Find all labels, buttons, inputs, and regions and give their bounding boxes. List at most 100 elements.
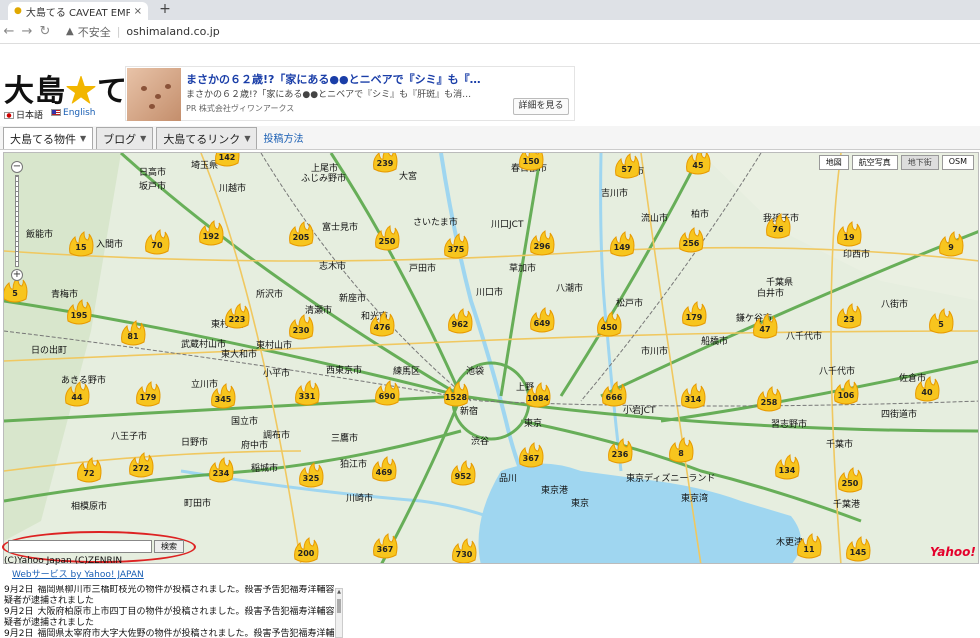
tab-label: 大島てる物件 [10,132,76,146]
map-place-label: 府中市 [241,439,268,451]
close-tab-icon[interactable]: × [134,6,142,17]
map-place-label: 東京 [571,497,589,509]
pin-count: 256 [683,239,700,248]
news-date: 9月2日 [4,607,34,617]
web-service-link[interactable]: Webサービス by Yahoo! JAPAN [12,567,144,580]
warning-icon: ▲ [66,26,74,37]
ad-banner[interactable]: まさかの６２歳!?「家にある●●とニベアで『シミ』も『… まさかの６２歳!?「家… [125,66,575,121]
news-scrollbar[interactable]: ▲ [335,588,343,638]
property-flame-pin[interactable]: 150 [519,153,544,171]
map-canvas[interactable]: 埼玉県日高市川越市坂戸市上尾市大宮春日部市野田市吉川市柏市我孫子市ふじみ野市富士… [3,152,979,564]
zoom-slider[interactable] [15,175,19,267]
address-search-input[interactable] [8,540,152,553]
pin-count: 331 [299,392,316,401]
pin-count: 250 [842,479,859,488]
map-graphics: 埼玉県日高市川越市坂戸市上尾市大宮春日部市野田市吉川市柏市我孫子市ふじみ野市富士… [4,153,978,563]
ad-pr-label: PR 株式会社ヴィワンアークス [186,104,295,113]
pin-count: 730 [456,550,473,559]
map-place-label: 佐倉市 [899,372,926,384]
news-item[interactable]: 9月2日福岡県太宰府市大字大佐野の物件が投稿されました。殺害予告犯福寿洋輔容疑者… [4,629,336,638]
pin-count: 5 [938,320,944,329]
map-place-label: 印西市 [843,248,870,260]
tab-properties[interactable]: 大島てる物件 ▼ [3,127,94,149]
pin-count: 649 [534,319,551,328]
map-place-label: 国立市 [231,415,258,427]
pin-count: 47 [759,325,770,334]
news-item[interactable]: 9月2日 大阪府柏原市上市四丁目の物件が投稿されました。殺害予告犯福寿洋輔容疑者が… [4,607,336,629]
map-place-label: 練馬区 [393,365,420,377]
pin-count: 195 [71,311,88,320]
map-type-osm[interactable]: OSM [941,155,974,170]
map-place-label: 日の出町 [31,344,67,356]
pin-count: 23 [843,315,854,324]
pin-count: 72 [83,469,94,478]
scroll-up-icon[interactable]: ▲ [336,589,342,595]
map-place-label: 西東京市 [326,364,362,376]
pin-count: 230 [293,326,310,335]
pin-count: 223 [229,315,246,324]
map-place-label: 吉川市 [601,187,628,199]
pin-count: 450 [601,323,618,332]
pin-count: 179 [140,393,157,402]
tab-blog[interactable]: ブログ ▼ [96,127,154,149]
map-place-label: 青梅市 [51,288,78,300]
pin-count: 375 [448,245,465,254]
scroll-thumb[interactable] [337,599,341,613]
pin-count: 15 [75,243,87,252]
tab-title: 大島てる CAVEAT EMPTOR: 大島 [25,7,130,19]
ad-image[interactable] [127,68,181,121]
pin-count: 250 [379,237,396,246]
pin-count: 205 [293,233,310,242]
tab-links[interactable]: 大島てるリンク ▼ [156,127,258,149]
map-place-label: 日高市 [139,166,166,178]
lang-en-link[interactable]: English [51,108,96,121]
reload-icon[interactable]: ↻ [36,24,54,39]
site-favicon-icon: ● [14,6,22,16]
map-place-label: 志木市 [319,260,346,272]
property-flame-pin[interactable]: 239 [373,153,398,173]
map-place-label: 立川市 [191,378,218,390]
search-button[interactable]: 検索 [154,540,184,553]
ad-details-button[interactable]: 詳細を見る [513,98,569,115]
map-place-label: 東京 [524,417,542,429]
map-place-label: 埼玉県 [191,159,218,171]
zoom-out-button[interactable]: − [11,161,23,173]
pin-count: 367 [523,454,540,463]
pin-count: 149 [614,243,631,252]
map-place-label: 日野市 [181,436,208,448]
zoom-in-button[interactable]: + [11,269,23,281]
security-label: 不安全 [77,25,111,39]
property-flame-pin[interactable]: 142 [215,153,240,167]
map-place-label: 東京ディズニーランド [626,472,715,484]
new-tab-button[interactable]: + [156,2,174,18]
news-date: 9月2日 [4,629,34,638]
japan-flag-icon [4,112,14,119]
browser-tab[interactable]: ● 大島てる CAVEAT EMPTOR: 大島 × [8,2,148,20]
map-place-label: 東京湾 [681,492,708,504]
forward-arrow-icon[interactable]: → [18,24,36,39]
map-type-map[interactable]: 地図 [818,155,849,170]
logo-star-icon: ★ [66,74,97,109]
map-place-label: 千葉県 [766,276,793,288]
map-place-label: 武蔵村山市 [181,338,226,350]
post-method-link[interactable]: 投稿方法 [263,130,303,145]
pin-count: 179 [686,313,703,322]
address-bar[interactable]: ▲ 不安全 | oshimaland.co.jp [66,24,220,40]
map-type-underground[interactable]: 地下街 [900,155,939,170]
map-place-label: 渋谷 [471,435,489,447]
news-item[interactable]: 9月2日 福岡県柳川市三橋町枝光の物件が投稿されました。殺害予告犯福寿洋輔容疑者が… [4,585,336,607]
back-arrow-icon[interactable]: ← [0,24,18,39]
map-type-aerial[interactable]: 航空写真 [851,155,898,170]
news-text: 福岡県太宰府市大字大佐野の物件が投稿されました。殺害予告犯福寿洋輔容疑者が [37,629,335,638]
pin-count: 8 [678,449,684,458]
pin-count: 296 [534,242,551,251]
news-date: 9月2日 [4,585,34,595]
ad-title[interactable]: まさかの６２歳!?「家にある●●とニベアで『シミ』も『… [186,71,481,87]
pin-count: 40 [921,388,933,397]
lang-en-label: English [63,108,96,118]
lang-ja-link[interactable]: 日本語 [4,108,43,121]
map-place-label: あきる野市 [61,374,106,386]
ad-description: まさかの６２歳!?「家にある●●とニベアで『シミ』も『肝斑』も消… [186,90,472,100]
map-place-label: 市川市 [641,345,668,357]
map-place-label: 上尾市 [311,162,338,174]
